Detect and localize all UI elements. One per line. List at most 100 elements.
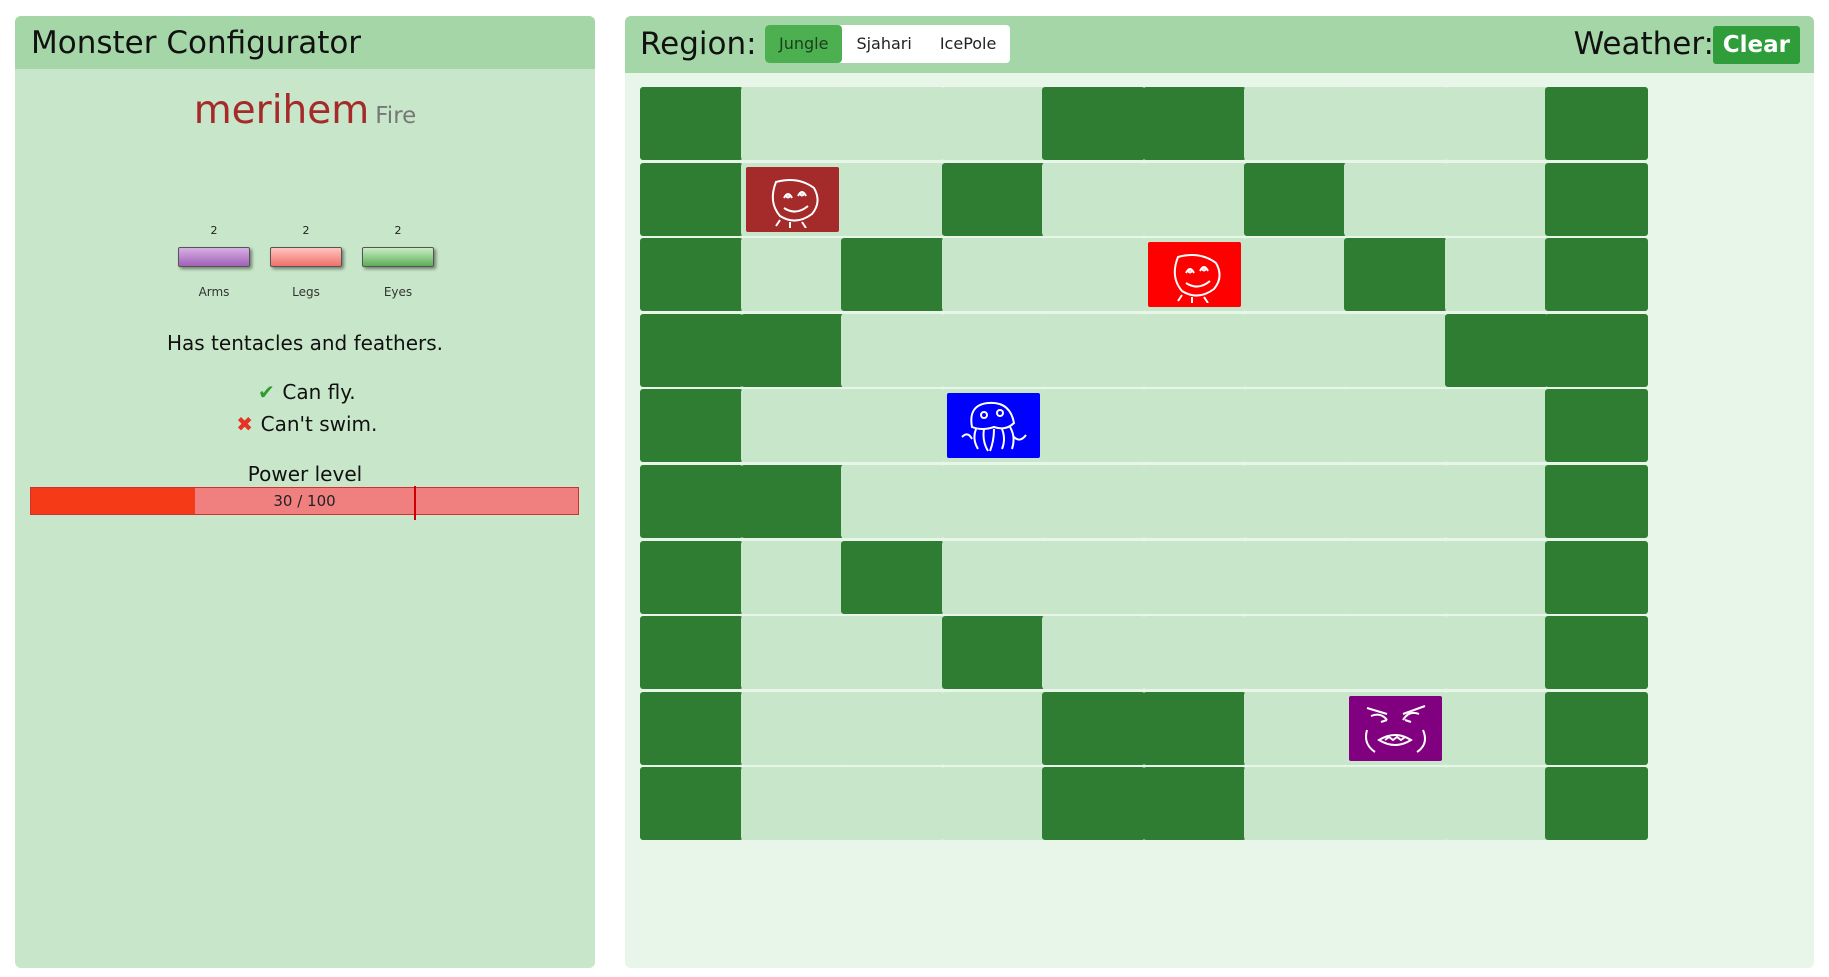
map-cell-empty[interactable]	[841, 314, 944, 387]
map-cell-wall[interactable]	[640, 238, 743, 311]
map-cell-empty[interactable]	[1042, 314, 1145, 387]
map-cell-empty[interactable]	[1042, 541, 1145, 614]
map-cell-wall[interactable]	[741, 465, 844, 538]
eyes-bar[interactable]	[362, 247, 434, 267]
map-cell-empty[interactable]	[1445, 389, 1548, 462]
map-cell-empty[interactable]	[1244, 767, 1347, 840]
map-cell-empty[interactable]	[1244, 389, 1347, 462]
map-cell-empty[interactable]	[741, 541, 844, 614]
map-cell-empty[interactable]	[1244, 616, 1347, 689]
map-cell-wall[interactable]	[640, 163, 743, 236]
map-cell-empty[interactable]	[1042, 163, 1145, 236]
map-cell-empty[interactable]	[1445, 465, 1548, 538]
map-cell-empty[interactable]	[1143, 541, 1246, 614]
map-cell-wall[interactable]	[1545, 616, 1648, 689]
map-cell-empty[interactable]	[741, 238, 844, 311]
map-cell-empty[interactable]	[841, 389, 944, 462]
map-cell-empty[interactable]	[1042, 616, 1145, 689]
map-cell-empty[interactable]	[1143, 314, 1246, 387]
eyes-stat[interactable]: 2 Eyes	[362, 224, 434, 299]
map-cell-empty[interactable]	[1042, 238, 1145, 311]
map-cell-wall[interactable]	[1143, 87, 1246, 160]
map-cell-monster[interactable]	[741, 163, 844, 236]
map-cell-empty[interactable]	[1344, 314, 1447, 387]
map-cell-wall[interactable]	[640, 767, 743, 840]
monster-angry-icon[interactable]	[1349, 696, 1442, 761]
map-cell-empty[interactable]	[1445, 163, 1548, 236]
map-cell-empty[interactable]	[1344, 389, 1447, 462]
map-cell-empty[interactable]	[841, 465, 944, 538]
map-cell-empty[interactable]	[1244, 541, 1347, 614]
map-cell-empty[interactable]	[1143, 389, 1246, 462]
map-cell-empty[interactable]	[841, 616, 944, 689]
map-cell-empty[interactable]	[841, 87, 944, 160]
map-cell-empty[interactable]	[741, 767, 844, 840]
map-cell-empty[interactable]	[841, 163, 944, 236]
map-cell-wall[interactable]	[841, 541, 944, 614]
monster-face-icon[interactable]	[746, 167, 839, 232]
map-cell-wall[interactable]	[640, 314, 743, 387]
map-cell-empty[interactable]	[1445, 692, 1548, 765]
map-cell-wall[interactable]	[1545, 314, 1648, 387]
map-cell-empty[interactable]	[1244, 87, 1347, 160]
map-cell-empty[interactable]	[1244, 314, 1347, 387]
map-cell-wall[interactable]	[640, 87, 743, 160]
map-cell-wall[interactable]	[640, 541, 743, 614]
map-cell-wall[interactable]	[1545, 238, 1648, 311]
map-cell-wall[interactable]	[1344, 238, 1447, 311]
map-cell-wall[interactable]	[1143, 767, 1246, 840]
map-cell-wall[interactable]	[1545, 87, 1648, 160]
arms-stat[interactable]: 2 Arms	[178, 224, 250, 299]
map-cell-wall[interactable]	[942, 163, 1045, 236]
map-cell-monster[interactable]	[1143, 238, 1246, 311]
map-cell-empty[interactable]	[1344, 616, 1447, 689]
map-cell-empty[interactable]	[1244, 465, 1347, 538]
map-cell-wall[interactable]	[640, 389, 743, 462]
weather-button[interactable]: Clear	[1712, 26, 1800, 64]
map-cell-empty[interactable]	[942, 238, 1045, 311]
map-cell-wall[interactable]	[1545, 389, 1648, 462]
map-cell-empty[interactable]	[1445, 767, 1548, 840]
map-cell-empty[interactable]	[1344, 163, 1447, 236]
monster-face-icon[interactable]	[1148, 242, 1241, 307]
map-cell-empty[interactable]	[942, 541, 1045, 614]
map-cell-wall[interactable]	[1545, 163, 1648, 236]
map-cell-empty[interactable]	[1143, 163, 1246, 236]
map-cell-empty[interactable]	[741, 616, 844, 689]
region-tab-icepole[interactable]: IcePole	[926, 25, 1011, 63]
map-cell-empty[interactable]	[1445, 616, 1548, 689]
map-cell-empty[interactable]	[1344, 767, 1447, 840]
map-cell-wall[interactable]	[841, 238, 944, 311]
map-cell-empty[interactable]	[741, 692, 844, 765]
map-cell-empty[interactable]	[1143, 616, 1246, 689]
map-cell-wall[interactable]	[1042, 692, 1145, 765]
map-cell-empty[interactable]	[1344, 465, 1447, 538]
map-cell-empty[interactable]	[1344, 541, 1447, 614]
map-cell-empty[interactable]	[1143, 465, 1246, 538]
map-cell-wall[interactable]	[1545, 465, 1648, 538]
region-tab-jungle[interactable]: Jungle	[765, 25, 843, 63]
map-cell-empty[interactable]	[741, 87, 844, 160]
map-cell-wall[interactable]	[1042, 767, 1145, 840]
map-cell-empty[interactable]	[1445, 87, 1548, 160]
legs-bar[interactable]	[270, 247, 342, 267]
map-cell-empty[interactable]	[841, 767, 944, 840]
map-cell-wall[interactable]	[1545, 767, 1648, 840]
map-cell-empty[interactable]	[1244, 238, 1347, 311]
map-cell-wall[interactable]	[1545, 692, 1648, 765]
map-cell-empty[interactable]	[1445, 541, 1548, 614]
map-cell-empty[interactable]	[942, 767, 1045, 840]
map-cell-monster[interactable]	[942, 389, 1045, 462]
map-cell-empty[interactable]	[741, 389, 844, 462]
arms-bar[interactable]	[178, 247, 250, 267]
map-cell-empty[interactable]	[841, 692, 944, 765]
legs-stat[interactable]: 2 Legs	[270, 224, 342, 299]
map-cell-empty[interactable]	[1445, 238, 1548, 311]
map-cell-wall[interactable]	[1143, 692, 1246, 765]
map-cell-empty[interactable]	[942, 465, 1045, 538]
map-cell-empty[interactable]	[1042, 389, 1145, 462]
map-cell-wall[interactable]	[741, 314, 844, 387]
map-cell-empty[interactable]	[1042, 465, 1145, 538]
map-cell-wall[interactable]	[640, 465, 743, 538]
map-cell-wall[interactable]	[1042, 87, 1145, 160]
